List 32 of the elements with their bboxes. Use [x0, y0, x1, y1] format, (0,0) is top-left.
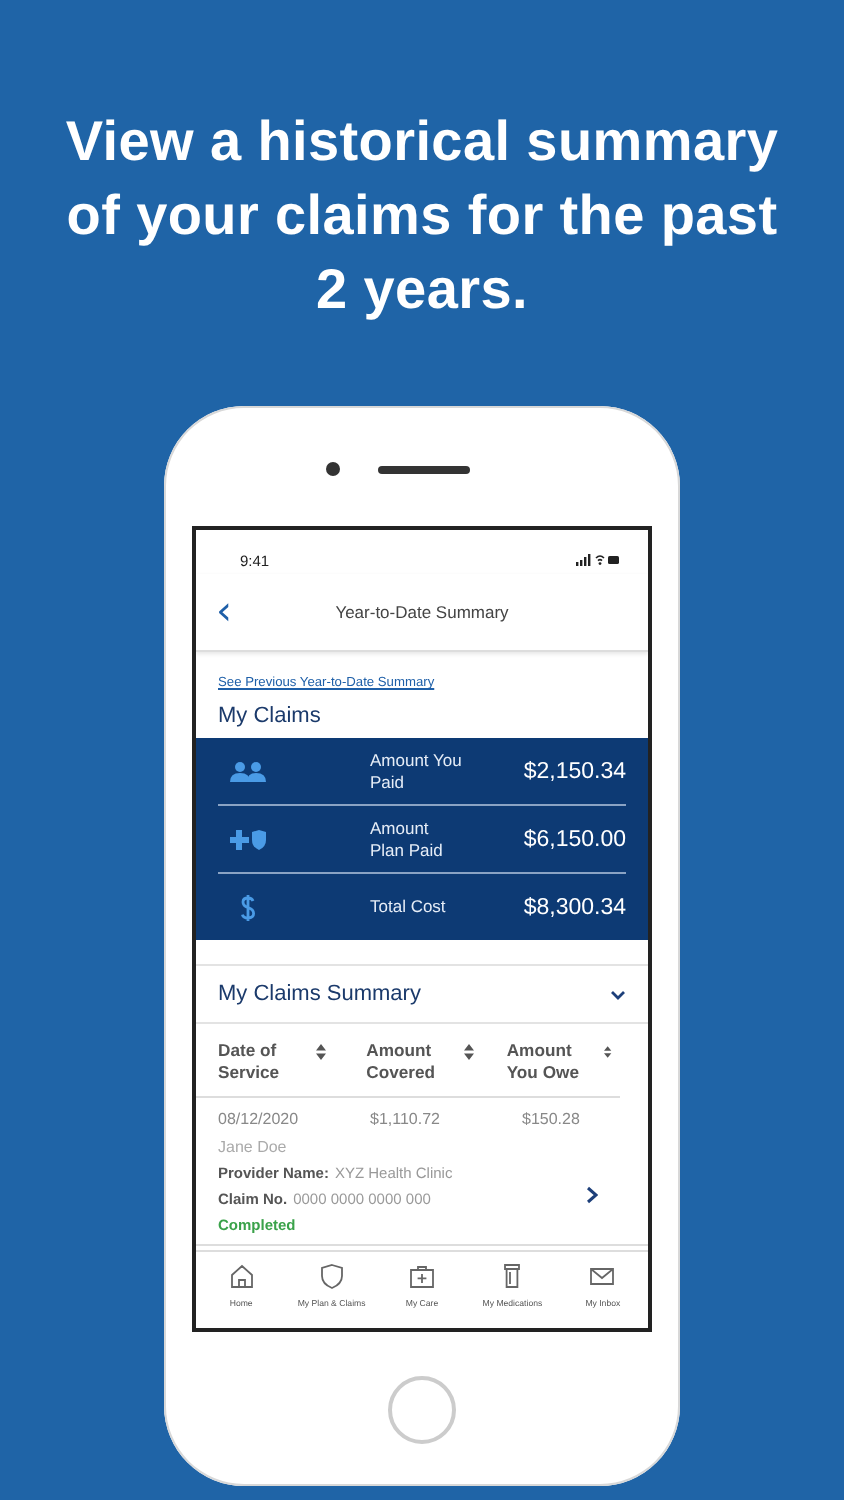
cross-shield-icon: [230, 829, 266, 849]
amount-label: Total Cost: [370, 896, 448, 918]
amount-label: Amount You Paid: [370, 750, 464, 792]
amount-value: $2,150.34: [523, 759, 626, 783]
people-icon: [230, 761, 266, 781]
amount-value: $8,300.34: [523, 895, 626, 919]
medical-kit-icon: [408, 1262, 436, 1290]
shield-icon: [317, 1262, 346, 1290]
nav-title: Year-to-Date Summary: [333, 602, 511, 622]
table-cell: $150.28: [522, 1110, 580, 1129]
column-header[interactable]: Amount You Owe: [506, 1040, 612, 1085]
column-header[interactable]: Date of Service: [218, 1040, 367, 1085]
status-icons: [576, 554, 620, 566]
sort-icon: [604, 1044, 612, 1060]
amount-value: $6,150.00: [523, 827, 626, 851]
table-cell-text: 08/12/2020: [218, 1110, 301, 1129]
home-icon: [227, 1262, 256, 1290]
sort-icon: [316, 1044, 326, 1060]
sort-icon: [464, 1044, 475, 1060]
section-title: My Claims Summary: [218, 982, 421, 1006]
envelope-icon: [588, 1262, 617, 1290]
camera-icon: [326, 462, 340, 476]
column-header[interactable]: Amount Covered: [366, 1040, 507, 1085]
back-button[interactable]: ‹: [196, 589, 232, 635]
table-cell-text: $1,110.72: [370, 1110, 442, 1129]
amount-label: Amount Plan Paid: [370, 818, 445, 860]
patient-name: Jane Doe: [218, 1138, 289, 1157]
chevron-icon[interactable]: [610, 989, 626, 999]
speaker-icon: [378, 466, 470, 474]
section-title: My Claims: [218, 704, 323, 728]
chevron-right-icon: [586, 1186, 598, 1205]
headline: View a historical summary of your claims for the past 2 years.: [63, 108, 781, 324]
